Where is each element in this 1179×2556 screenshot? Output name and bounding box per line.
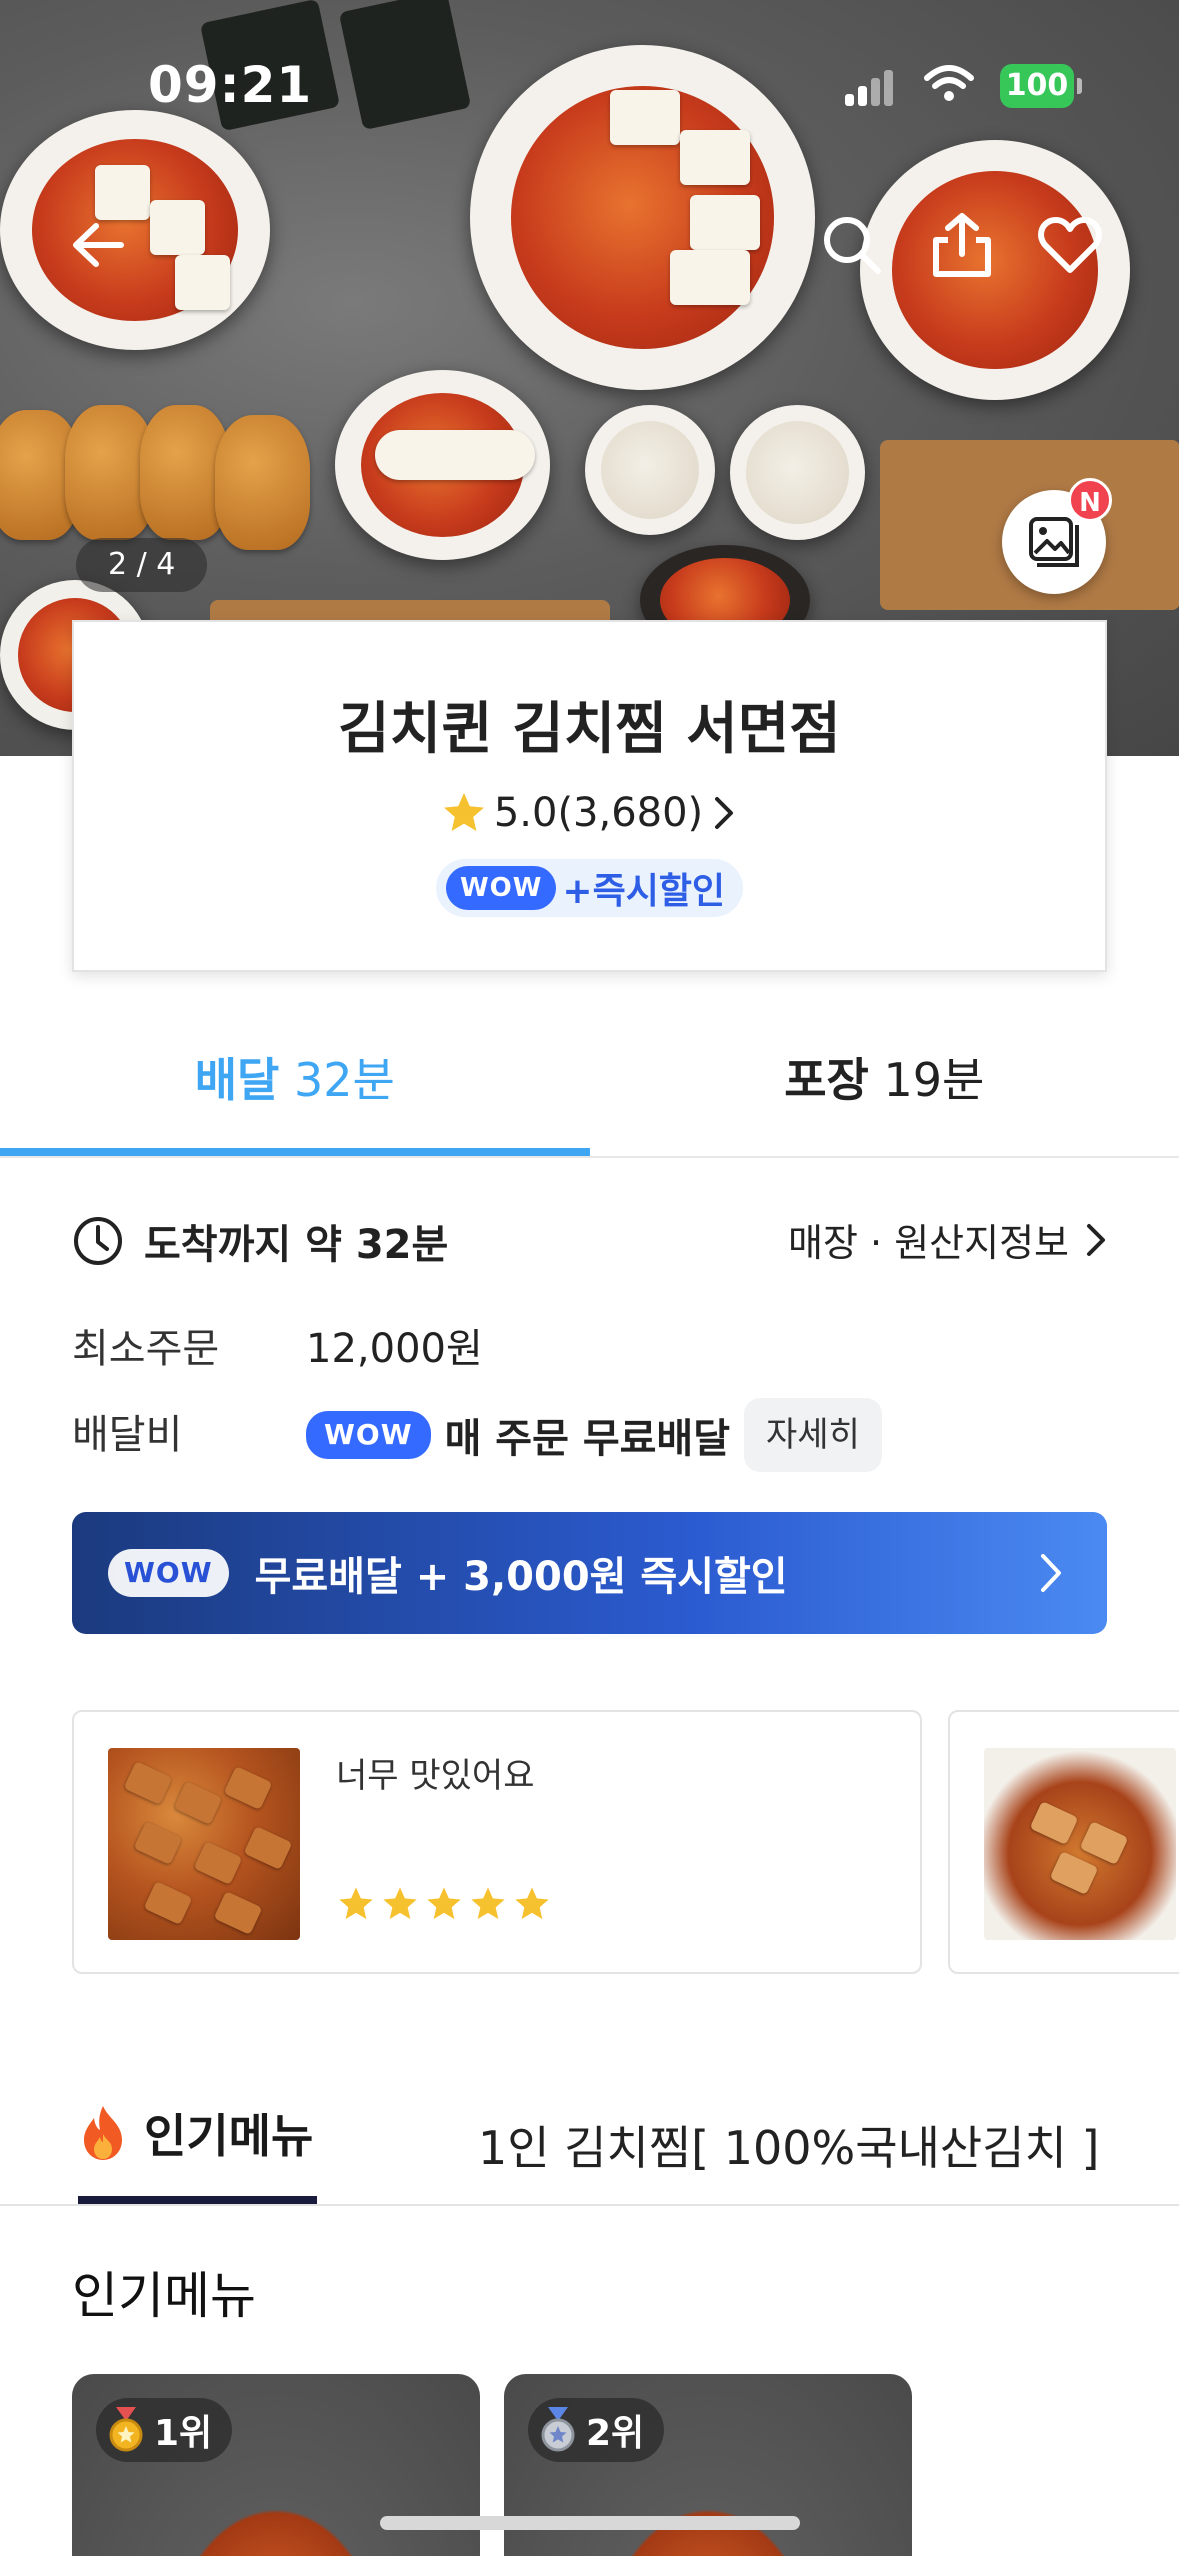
tab-delivery[interactable]: 배달 32분 [0, 1010, 590, 1156]
review-card[interactable] [948, 1710, 1179, 1974]
rank-label: 1위 [154, 2413, 213, 2454]
image-counter: 2 / 4 [76, 538, 208, 592]
store-origin-info-link[interactable]: 매장 · 원산지정보 [788, 1212, 1109, 1267]
tab-pickup-time: 19분 [883, 1053, 985, 1107]
image-gallery-icon [1029, 517, 1079, 567]
star-icon [471, 1887, 505, 1919]
tab-delivery-time: 32분 [293, 1053, 395, 1107]
arrival-text: 도착까지 약 32분 [144, 1222, 449, 1268]
review-stars [336, 1884, 552, 1924]
rice-cake [375, 430, 535, 480]
rating-link[interactable]: 5.0(3,680) [74, 789, 1105, 837]
rice-bowl [730, 405, 865, 540]
star-icon [383, 1887, 417, 1919]
wow-discount-badge: WOW +즉시할인 [435, 859, 744, 917]
tab-delivery-label: 배달 [194, 1053, 280, 1107]
star-icon [515, 1887, 549, 1919]
delivery-fee-row: WOW 매 주문 무료배달 자세히 [306, 1398, 882, 1472]
new-badge: N [1068, 478, 1112, 522]
review-text: 너무 맛있어요 [336, 1756, 535, 1796]
battery-indicator: 100 [1000, 64, 1082, 108]
rank-badge: 1위 [96, 2398, 233, 2462]
tofu [150, 200, 205, 255]
tofu [690, 195, 760, 250]
tofu [670, 250, 750, 305]
wow-badge: WOW [108, 1549, 229, 1597]
search-icon [824, 217, 881, 274]
wifi-icon [923, 64, 975, 108]
back-arrow-icon [73, 223, 124, 267]
order-type-tabs: 배달 32분 포장 19분 [0, 1010, 1179, 1158]
share-icon [933, 213, 991, 277]
menu-category-tabs: 인기메뉴 1인 김치찜[ 100%국내산김치 ] [0, 2070, 1179, 2206]
gold-medal-icon [109, 2407, 143, 2452]
star-icon [443, 793, 484, 831]
menu-tab-popular[interactable]: 인기메뉴 [78, 2070, 318, 2204]
signal-icon [845, 70, 893, 106]
search-button[interactable] [812, 205, 892, 285]
review-photo [984, 1748, 1176, 1940]
menu-tab-popular-label: 인기메뉴 [144, 2109, 314, 2163]
favorite-button[interactable] [1030, 205, 1110, 285]
instant-discount-text: +즉시할인 [562, 871, 726, 912]
silver-medal-icon [541, 2407, 575, 2452]
delivery-fee-detail-button[interactable]: 자세히 [744, 1398, 882, 1472]
status-time: 09:21 [148, 56, 313, 114]
rice-bowl [585, 405, 715, 535]
back-button[interactable] [56, 205, 136, 285]
chevron-right-icon [1087, 1223, 1105, 1256]
menu-tab-single-kimchi[interactable]: 1인 김치찜[ 100%국내산김치 ] [478, 2112, 1099, 2178]
tofu [175, 255, 230, 310]
wow-promo-banner[interactable]: WOW 무료배달 + 3,000원 즉시할인 [72, 1512, 1107, 1634]
star-icon [427, 1887, 461, 1919]
tab-pickup[interactable]: 포장 19분 [590, 1010, 1179, 1156]
tab-pickup-label: 포장 [784, 1053, 869, 1107]
share-button[interactable] [922, 205, 1002, 285]
delivery-fee-label: 배달비 [72, 1412, 183, 1458]
section-title: 인기메뉴 [72, 2267, 256, 2325]
origin-link-text: 매장 · 원산지정보 [788, 1221, 1069, 1265]
chevron-right-icon [1041, 1554, 1061, 1592]
arrival-time: 도착까지 약 32분 [72, 1212, 448, 1270]
fire-icon [84, 2106, 122, 2160]
rank-badge: 2위 [528, 2398, 665, 2462]
min-order-label: 최소주문 [72, 1326, 220, 1372]
home-indicator[interactable] [380, 2516, 800, 2530]
store-info-card: 김치퀸 김치찜 서면점 5.0(3,680) WOW +즉시할인 [72, 620, 1107, 972]
review-card[interactable]: 너무 맛있어요 [72, 1710, 922, 1974]
wow-badge: WOW [445, 866, 557, 910]
min-order-value: 12,000원 [306, 1326, 483, 1372]
heart-icon [1038, 217, 1102, 273]
rank-label: 2위 [586, 2413, 645, 2454]
store-name: 김치퀸 김치찜 서면점 [338, 697, 841, 762]
clock-icon [74, 1217, 122, 1265]
review-photo [108, 1748, 300, 1940]
status-bar: 09:21 100 [0, 0, 1179, 150]
delivery-fee-value: 매 주문 무료배달 [444, 1416, 731, 1462]
chevron-right-icon [715, 797, 734, 829]
promo-banner-text: 무료배달 + 3,000원 즉시할인 [254, 1554, 788, 1600]
pork-cutlet [215, 415, 310, 550]
rating-text: 5.0(3,680) [493, 790, 704, 836]
star-icon [339, 1887, 373, 1919]
wow-badge: WOW [306, 1411, 431, 1459]
